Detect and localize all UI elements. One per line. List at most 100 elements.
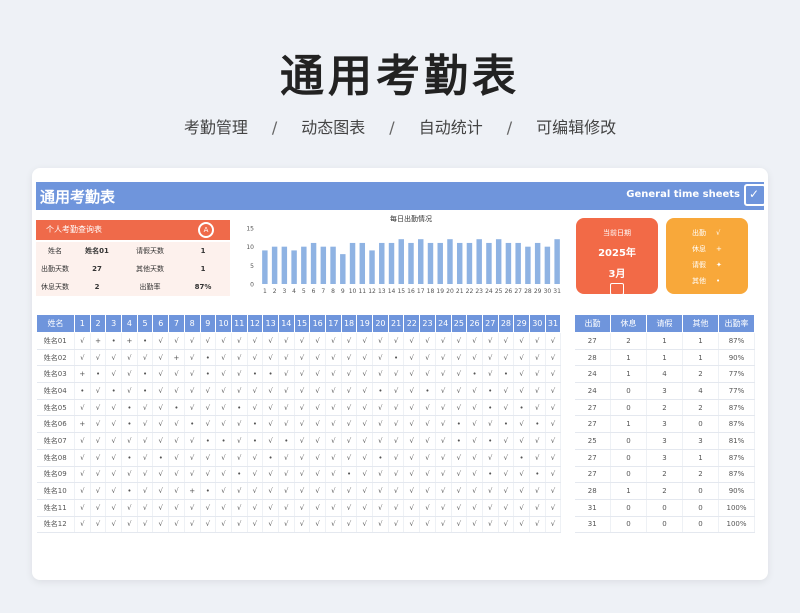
attendance-mark-cell[interactable]: √ <box>121 499 138 517</box>
attendance-mark-cell[interactable]: √ <box>529 432 546 450</box>
attendance-mark-cell[interactable]: √ <box>184 382 201 400</box>
attendance-mark-cell[interactable]: √ <box>105 399 123 417</box>
attendance-mark-cell[interactable]: √ <box>545 449 562 467</box>
attendance-mark-cell[interactable]: √ <box>168 499 185 517</box>
employee-name-cell[interactable]: 姓名06 <box>36 415 75 434</box>
attendance-mark-cell[interactable]: √ <box>121 349 138 367</box>
attendance-mark-cell[interactable]: √ <box>545 365 562 384</box>
attendance-mark-cell[interactable]: √ <box>278 365 295 384</box>
attendance-mark-cell[interactable]: • <box>498 415 515 434</box>
attendance-mark-cell[interactable]: √ <box>105 432 123 450</box>
attendance-mark-cell[interactable]: √ <box>200 449 217 467</box>
attendance-mark-cell[interactable]: √ <box>325 432 342 450</box>
attendance-mark-cell[interactable]: √ <box>419 349 436 367</box>
attendance-mark-cell[interactable]: √ <box>356 482 374 500</box>
attendance-mark-cell[interactable]: √ <box>403 466 421 484</box>
attendance-mark-cell[interactable]: √ <box>341 432 358 450</box>
attendance-mark-cell[interactable]: √ <box>419 499 436 517</box>
attendance-mark-cell[interactable]: √ <box>309 382 326 400</box>
attendance-mark-cell[interactable]: √ <box>152 466 170 484</box>
attendance-mark-cell[interactable]: • <box>482 399 499 417</box>
employee-name-cell[interactable]: 姓名04 <box>36 382 75 400</box>
attendance-mark-cell[interactable]: √ <box>168 516 185 534</box>
attendance-mark-cell[interactable]: √ <box>372 516 389 534</box>
attendance-mark-cell[interactable]: √ <box>152 482 170 500</box>
attendance-mark-cell[interactable]: √ <box>498 466 515 484</box>
attendance-mark-cell[interactable]: √ <box>529 365 546 384</box>
attendance-mark-cell[interactable]: √ <box>545 332 562 350</box>
attendance-mark-cell[interactable]: √ <box>168 449 185 467</box>
attendance-mark-cell[interactable]: √ <box>356 466 374 484</box>
attendance-mark-cell[interactable]: √ <box>419 399 436 417</box>
attendance-mark-cell[interactable]: √ <box>482 349 499 367</box>
attendance-mark-cell[interactable]: √ <box>121 432 138 450</box>
attendance-mark-cell[interactable]: √ <box>356 365 374 384</box>
attendance-mark-cell[interactable]: √ <box>435 382 452 400</box>
attendance-mark-cell[interactable]: √ <box>247 466 264 484</box>
attendance-mark-cell[interactable]: √ <box>498 516 515 534</box>
attendance-mark-cell[interactable]: √ <box>341 382 358 400</box>
attendance-mark-cell[interactable]: √ <box>137 482 154 500</box>
attendance-mark-cell[interactable]: √ <box>325 449 342 467</box>
attendance-mark-cell[interactable]: √ <box>278 466 295 484</box>
attendance-mark-cell[interactable]: √ <box>74 449 91 467</box>
attendance-mark-cell[interactable]: √ <box>325 482 342 500</box>
attendance-mark-cell[interactable]: √ <box>74 332 91 350</box>
attendance-mark-cell[interactable]: √ <box>372 415 389 434</box>
attendance-mark-cell[interactable]: √ <box>90 499 107 517</box>
attendance-mark-cell[interactable]: √ <box>388 415 405 434</box>
attendance-mark-cell[interactable]: • <box>90 365 107 384</box>
attendance-mark-cell[interactable]: √ <box>278 332 295 350</box>
attendance-mark-cell[interactable]: • <box>262 365 279 384</box>
attendance-mark-cell[interactable]: √ <box>388 516 405 534</box>
attendance-mark-cell[interactable]: √ <box>356 499 374 517</box>
attendance-mark-cell[interactable]: √ <box>309 365 326 384</box>
attendance-mark-cell[interactable]: • <box>200 365 217 384</box>
attendance-mark-cell[interactable]: • <box>200 349 217 367</box>
attendance-mark-cell[interactable]: √ <box>168 432 185 450</box>
attendance-mark-cell[interactable]: √ <box>247 449 264 467</box>
attendance-mark-cell[interactable]: √ <box>498 449 515 467</box>
attendance-mark-cell[interactable]: √ <box>403 332 421 350</box>
attendance-mark-cell[interactable]: √ <box>152 415 170 434</box>
attendance-mark-cell[interactable]: • <box>121 415 138 434</box>
attendance-mark-cell[interactable]: √ <box>435 415 452 434</box>
attendance-mark-cell[interactable]: √ <box>341 516 358 534</box>
attendance-mark-cell[interactable]: √ <box>278 482 295 500</box>
attendance-mark-cell[interactable]: √ <box>435 466 452 484</box>
attendance-mark-cell[interactable]: • <box>247 365 264 384</box>
attendance-mark-cell[interactable]: √ <box>545 466 562 484</box>
employee-name-cell[interactable]: 姓名05 <box>36 399 75 417</box>
attendance-mark-cell[interactable]: • <box>247 432 264 450</box>
attendance-mark-cell[interactable]: √ <box>247 349 264 367</box>
attendance-mark-cell[interactable]: • <box>466 365 483 384</box>
attendance-mark-cell[interactable]: √ <box>498 332 515 350</box>
attendance-mark-cell[interactable]: √ <box>215 382 232 400</box>
attendance-mark-cell[interactable]: + <box>184 482 201 500</box>
attendance-mark-cell[interactable]: √ <box>294 332 311 350</box>
attendance-mark-cell[interactable]: √ <box>74 399 91 417</box>
attendance-mark-cell[interactable]: √ <box>294 349 311 367</box>
attendance-mark-cell[interactable]: √ <box>325 332 342 350</box>
attendance-mark-cell[interactable]: √ <box>482 516 499 534</box>
attendance-mark-cell[interactable]: √ <box>403 365 421 384</box>
attendance-mark-cell[interactable]: √ <box>545 415 562 434</box>
attendance-mark-cell[interactable]: √ <box>215 449 232 467</box>
attendance-mark-cell[interactable]: √ <box>356 449 374 467</box>
attendance-mark-cell[interactable]: • <box>105 332 123 350</box>
attendance-mark-cell[interactable]: √ <box>435 365 452 384</box>
attendance-mark-cell[interactable]: √ <box>90 349 107 367</box>
attendance-mark-cell[interactable]: √ <box>466 382 483 400</box>
employee-name-cell[interactable]: 姓名03 <box>36 365 75 384</box>
attendance-mark-cell[interactable]: √ <box>200 415 217 434</box>
attendance-mark-cell[interactable]: √ <box>294 516 311 534</box>
attendance-mark-cell[interactable]: √ <box>105 349 123 367</box>
attendance-mark-cell[interactable]: √ <box>215 466 232 484</box>
attendance-mark-cell[interactable]: √ <box>215 349 232 367</box>
attendance-mark-cell[interactable]: √ <box>545 349 562 367</box>
attendance-mark-cell[interactable]: √ <box>529 332 546 350</box>
attendance-mark-cell[interactable]: √ <box>341 365 358 384</box>
attendance-mark-cell[interactable]: • <box>262 449 279 467</box>
attendance-mark-cell[interactable]: + <box>74 415 91 434</box>
attendance-mark-cell[interactable]: √ <box>278 349 295 367</box>
